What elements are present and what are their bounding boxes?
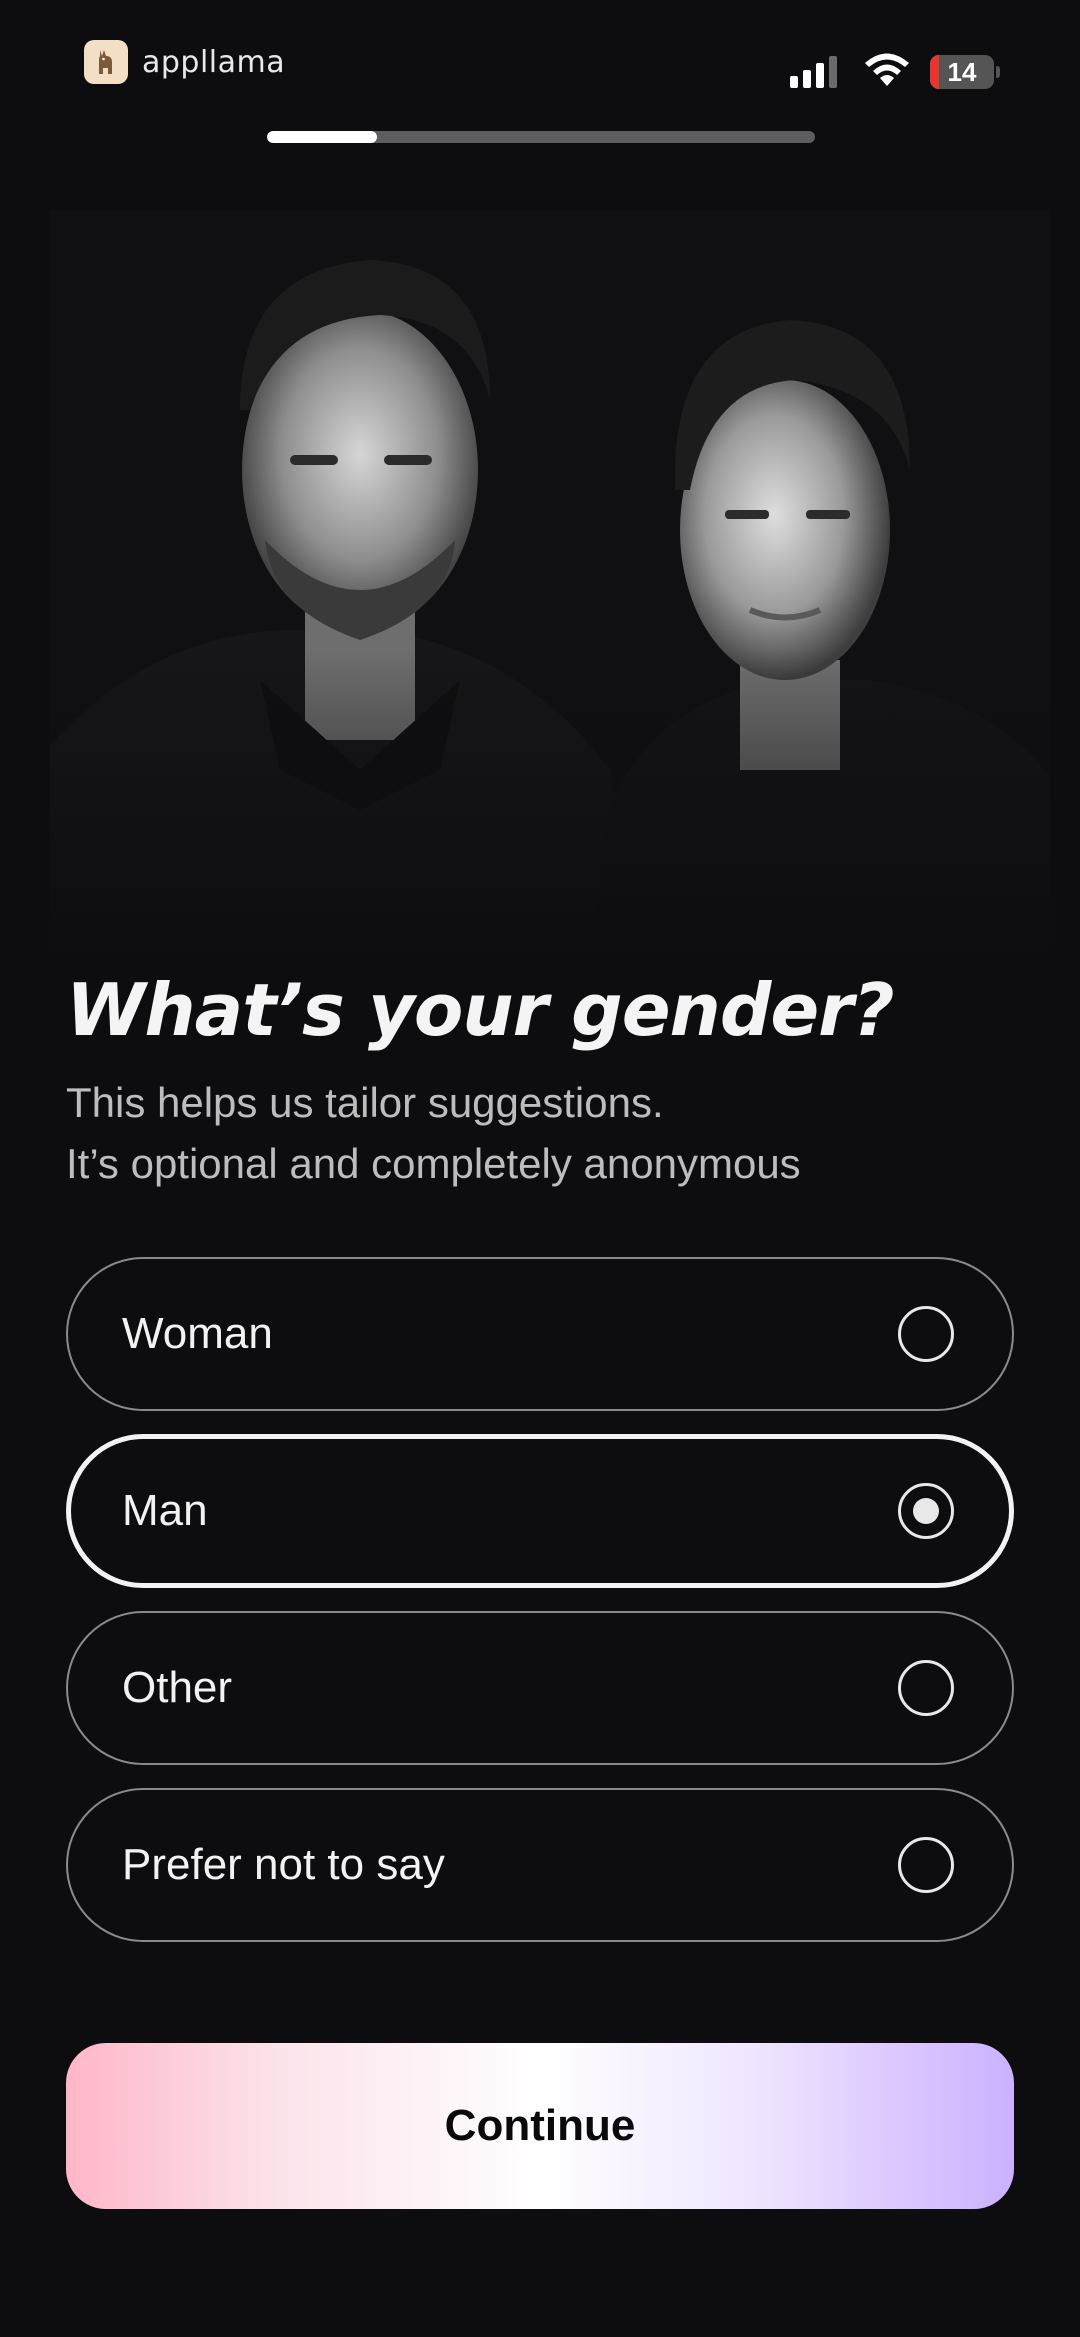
option-woman[interactable]: Woman: [66, 1257, 1014, 1411]
option-prefer-not-to-say[interactable]: Prefer not to say: [66, 1788, 1014, 1942]
radio-button-icon[interactable]: [898, 1660, 954, 1716]
option-other[interactable]: Other: [66, 1611, 1014, 1765]
gender-selection-screen: appllama 14 What’s your gender? This hel…: [0, 0, 1080, 2337]
option-label: Woman: [122, 1309, 273, 1358]
radio-button-icon[interactable]: [898, 1837, 954, 1893]
hero-portrait-image: [30, 210, 1060, 970]
battery-level: 14: [947, 56, 977, 87]
option-label: Man: [122, 1486, 208, 1535]
status-bar: appllama 14: [0, 0, 1080, 130]
option-label: Other: [122, 1663, 233, 1712]
llama-logo-icon: [84, 40, 128, 84]
radio-button-icon[interactable]: [898, 1483, 954, 1539]
cellular-signal-icon: [790, 54, 837, 88]
page-title: What’s your gender?: [66, 968, 894, 1052]
radio-button-icon[interactable]: [898, 1306, 954, 1362]
option-label: Prefer not to say: [122, 1840, 445, 1889]
subtitle-line-1: This helps us tailor suggestions.: [66, 1079, 664, 1126]
continue-button[interactable]: Continue: [66, 2043, 1014, 2209]
subtitle-line-2: It’s optional and completely anonymous: [66, 1140, 801, 1187]
radio-selected-dot: [913, 1498, 939, 1524]
onboarding-progress-bar: [267, 131, 815, 143]
page-subtitle: This helps us tailor suggestions. It’s o…: [66, 1072, 801, 1194]
brand: appllama: [84, 40, 285, 84]
brand-name: appllama: [142, 44, 286, 80]
gender-options-list: Woman Man Other Prefer not to say: [66, 1257, 1014, 1965]
wifi-icon: [862, 50, 912, 90]
option-man[interactable]: Man: [66, 1434, 1014, 1588]
battery-icon: 14: [930, 54, 1000, 90]
progress-fill: [267, 131, 377, 143]
